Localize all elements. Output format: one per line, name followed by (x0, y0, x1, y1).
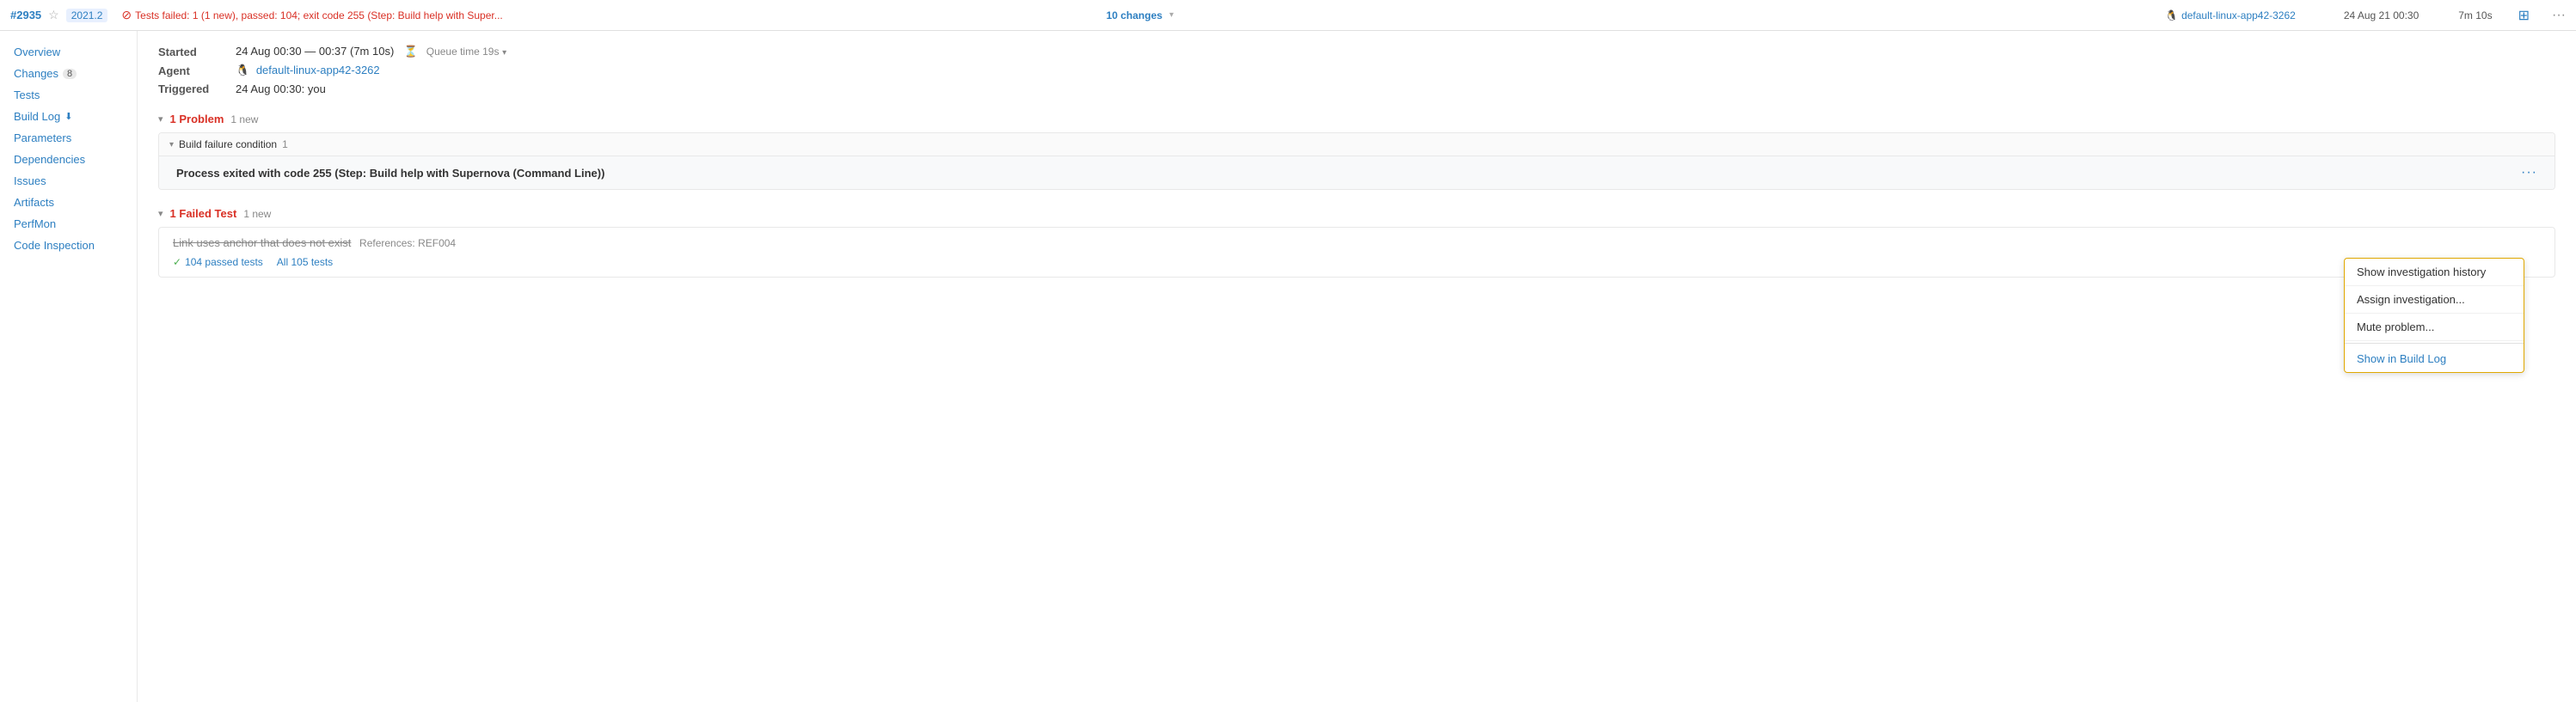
subsection-count: 1 (282, 138, 288, 150)
sidebar: Overview Changes 8 Tests Build Log ⬇ Par… (0, 31, 138, 702)
build-date: 24 Aug 21 00:30 (2344, 9, 2419, 21)
context-menu-divider (2345, 343, 2524, 344)
build-failure-subsection: ▾ Build failure condition 1 Process exit… (158, 132, 2555, 190)
sidebar-item-overview[interactable]: Overview (0, 41, 137, 63)
failed-tests-toggle[interactable]: ▾ (158, 208, 163, 219)
sidebar-item-buildlog[interactable]: Build Log ⬇ (0, 106, 137, 127)
sidebar-item-perfmon[interactable]: PerfMon (0, 213, 137, 235)
started-label: Started (158, 46, 236, 58)
failed-tests-header: ▾ 1 Failed Test 1 new (158, 207, 2555, 220)
sidebar-label-changes: Changes (14, 67, 58, 80)
passed-count: ✓ 104 passed tests (173, 256, 263, 268)
error-icon: ⊘ (121, 8, 132, 22)
download-icon: ⬇ (64, 111, 72, 122)
context-menu-assign-investigation[interactable]: Assign investigation... (2345, 286, 2524, 314)
sidebar-item-artifacts[interactable]: Artifacts (0, 192, 137, 213)
sidebar-label-tests: Tests (14, 89, 40, 101)
started-time: 24 Aug 00:30 — 00:37 (7m 10s) (236, 45, 394, 58)
sidebar-item-parameters[interactable]: Parameters (0, 127, 137, 149)
agent-link[interactable]: default-linux-app42-3262 (256, 64, 380, 76)
failure-more-icon[interactable]: ··· (2521, 165, 2537, 180)
sidebar-label-buildlog: Build Log (14, 110, 60, 123)
context-menu: Show investigation history Assign invest… (2344, 258, 2524, 373)
subsection-toggle[interactable]: ▾ (169, 140, 174, 150)
problems-title: 1 Problem (170, 113, 224, 125)
sidebar-label-parameters: Parameters (14, 131, 71, 144)
failure-row: Process exited with code 255 (Step: Buil… (159, 156, 2555, 189)
failed-tests-title: 1 Failed Test (170, 207, 237, 220)
sidebar-label-overview: Overview (14, 46, 60, 58)
failed-tests-new-count: 1 new (243, 208, 271, 220)
triggered-label: Triggered (158, 82, 236, 95)
test-refs: References: REF004 (359, 237, 456, 249)
status-text: Tests failed: 1 (1 new), passed: 104; ex… (135, 9, 503, 21)
all-tests-link[interactable]: All 105 tests (277, 256, 333, 268)
agent-icon: 🐧 (2165, 9, 2178, 21)
problems-header: ▾ 1 Problem 1 new (158, 113, 2555, 125)
sidebar-label-issues: Issues (14, 174, 46, 187)
info-row-started: Started 24 Aug 00:30 — 00:37 (7m 10s) ⏳ … (158, 45, 2555, 58)
agent-label: Agent (158, 64, 236, 77)
context-menu-investigation-history[interactable]: Show investigation history (2345, 259, 2524, 286)
agent-os-icon: 🐧 (236, 64, 249, 76)
started-value: 24 Aug 00:30 — 00:37 (7m 10s) ⏳ Queue ti… (236, 45, 506, 58)
build-status: ⊘ Tests failed: 1 (1 new), passed: 104; … (121, 8, 1099, 22)
info-row-triggered: Triggered 24 Aug 00:30: you (158, 82, 2555, 95)
passed-icon: ✓ (173, 256, 181, 268)
problems-section: ▾ 1 Problem 1 new ▾ Build failure condit… (158, 113, 2555, 190)
page-layout: Overview Changes 8 Tests Build Log ⬇ Par… (0, 31, 2576, 702)
queue-time: Queue time 19s (426, 46, 500, 58)
queue-dropdown-icon[interactable]: ▾ (502, 48, 506, 58)
sidebar-item-tests[interactable]: Tests (0, 84, 137, 106)
problems-toggle[interactable]: ▾ (158, 113, 163, 125)
passed-count-text[interactable]: 104 passed tests (185, 256, 263, 268)
subsection-header: ▾ Build failure condition 1 (159, 133, 2555, 156)
agent-info: 🐧 default-linux-app42-3262 (2165, 9, 2296, 21)
agent-value: 🐧 default-linux-app42-3262 (236, 64, 380, 77)
test-counts: ✓ 104 passed tests All 105 tests (173, 256, 2541, 268)
subsection-title: Build failure condition (179, 138, 277, 150)
test-name-row: Link uses anchor that does not exist Ref… (173, 236, 2541, 249)
main-content: Started 24 Aug 00:30 — 00:37 (7m 10s) ⏳ … (138, 31, 2576, 702)
context-menu-show-in-log[interactable]: Show in Build Log (2345, 345, 2524, 372)
problems-new-count: 1 new (230, 113, 258, 125)
failure-text: Process exited with code 255 (Step: Buil… (176, 167, 604, 180)
top-bar: #2935 ☆ 2021.2 ⊘ Tests failed: 1 (1 new)… (0, 0, 2576, 31)
sidebar-label-dependencies: Dependencies (14, 153, 85, 166)
sidebar-item-code-inspection[interactable]: Code Inspection (0, 235, 137, 256)
failed-test-row: Link uses anchor that does not exist Ref… (158, 227, 2555, 278)
changes-badge: 8 (63, 69, 77, 79)
agent-name[interactable]: default-linux-app42-3262 (2181, 9, 2296, 21)
test-name[interactable]: Link uses anchor that does not exist (173, 236, 351, 249)
info-row-agent: Agent 🐧 default-linux-app42-3262 (158, 64, 2555, 77)
sidebar-item-changes[interactable]: Changes 8 (0, 63, 137, 84)
hourglass-icon: ⏳ (404, 45, 418, 58)
build-version: 2021.2 (66, 9, 108, 22)
sidebar-label-artifacts: Artifacts (14, 196, 54, 209)
failed-tests-section: ▾ 1 Failed Test 1 new Link uses anchor t… (158, 207, 2555, 278)
sidebar-item-issues[interactable]: Issues (0, 170, 137, 192)
triggered-value: 24 Aug 00:30: you (236, 82, 326, 95)
build-duration: 7m 10s (2458, 9, 2492, 21)
changes-link[interactable]: 10 changes (1107, 9, 1162, 21)
build-id[interactable]: #2935 (10, 9, 41, 21)
top-more-icon[interactable]: ··· (2552, 8, 2566, 23)
layers-icon[interactable]: ⊞ (2518, 7, 2530, 24)
build-info-table: Started 24 Aug 00:30 — 00:37 (7m 10s) ⏳ … (158, 45, 2555, 95)
sidebar-label-perfmon: PerfMon (14, 217, 56, 230)
changes-dropdown-icon[interactable]: ▾ (1169, 10, 1174, 20)
context-menu-mute-problem[interactable]: Mute problem... (2345, 314, 2524, 341)
sidebar-label-code-inspection: Code Inspection (14, 239, 95, 252)
star-icon[interactable]: ☆ (48, 8, 59, 22)
sidebar-item-dependencies[interactable]: Dependencies (0, 149, 137, 170)
